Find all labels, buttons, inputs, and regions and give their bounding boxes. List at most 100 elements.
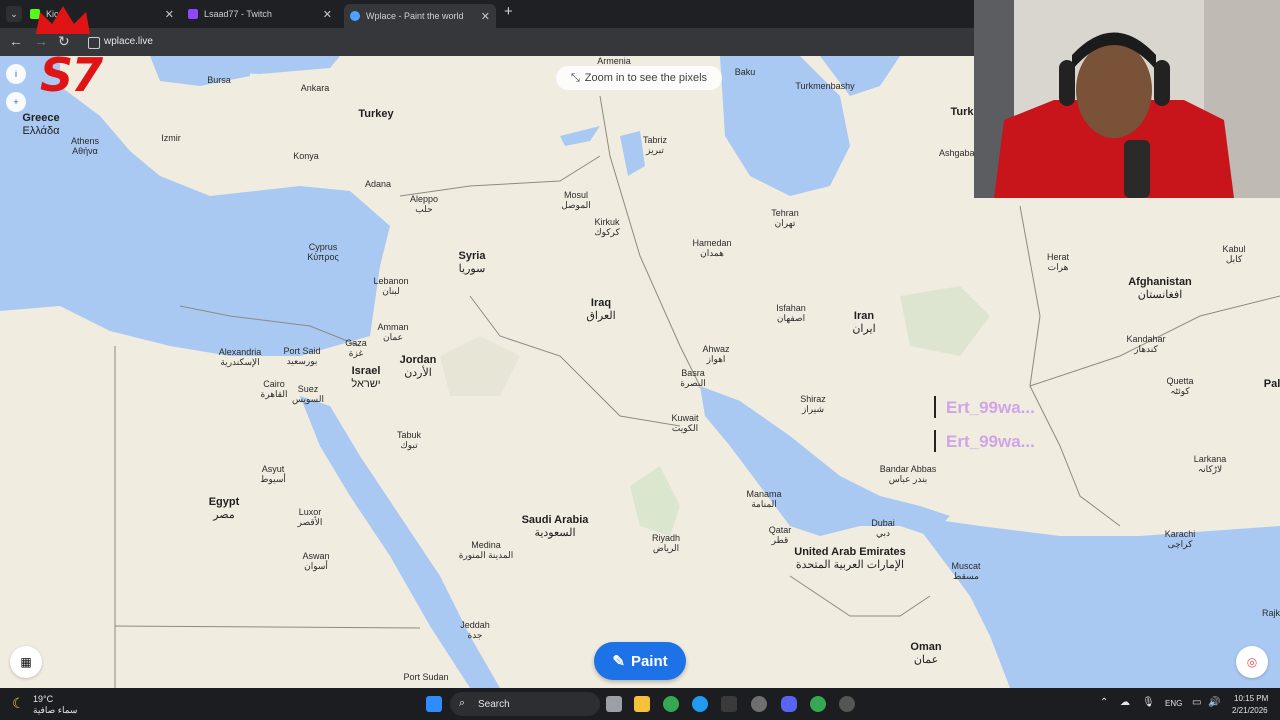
city-label: Quetta کوئٹہ [1166,376,1193,396]
country-label: Afghanistan افغانستان [1128,276,1192,302]
back-icon[interactable]: ← [9,33,23,49]
city-name: Kirkuk [594,217,620,227]
moon-icon: ☾ [12,695,25,711]
file-explorer-icon[interactable] [634,696,650,712]
city-name: Tabriz [642,135,668,145]
chrome-icon[interactable] [663,696,679,712]
url-text[interactable]: wplace.live [104,36,153,47]
city-label: Kirkuk كركوك [594,217,620,237]
city-name: Larkana [1193,454,1227,464]
onedrive-icon[interactable]: ☁ [1120,697,1130,708]
city-name: Izmir [161,133,181,143]
webcam-overlay [974,0,1280,198]
tab-search-button[interactable]: ⌄ [6,6,22,22]
city-label: Tehran تهران [771,208,799,228]
zoom-in-button[interactable]: + [6,92,26,112]
city-native: الكويت [671,423,699,433]
windows-start-icon[interactable] [426,696,442,712]
city-native: غزة [348,348,364,358]
city-native: همدان [700,248,724,258]
close-icon[interactable]: ✕ [323,8,332,21]
city-name: Suez [297,384,319,394]
country-native: عمان [913,654,939,666]
city-name: Cairo [263,379,285,389]
city-name: Ahwaz [702,344,730,354]
weather-temp[interactable]: 19°C [33,694,53,704]
mic-icon[interactable]: 🎙 [1142,697,1155,708]
country-native: الإمارات العربية المتحدة [795,559,905,571]
city-name: Rajk [1261,608,1280,618]
city-label: Port Said بورسعيد [283,346,320,366]
city-name: Kuwait [671,413,699,423]
city-native: اصفهان [776,313,806,323]
city-native: أسيوط [260,474,286,484]
city-native: البصرة [680,378,706,388]
country-label: Syria سوريا [459,250,486,276]
city-native: المدينة المنورة [458,550,514,560]
city-label: Basra البصرة [680,368,705,388]
edge-icon[interactable] [692,696,708,712]
city-label: Armenia [597,56,631,66]
volume-icon[interactable]: 🔊 [1208,697,1220,708]
city-native: تهران [774,218,796,228]
city-label: Turkmenbashy [795,81,854,91]
country-name: Iraq [590,297,612,309]
tab-twitch[interactable]: Lsaad77 - Twitch ✕ [188,3,338,25]
city-name: Tehran [771,208,799,218]
store-icon[interactable] [721,696,737,712]
city-name: Port Sudan [403,672,449,682]
chrome-active-icon[interactable] [810,696,826,712]
clock-date[interactable]: 2/21/2026 [1232,706,1268,715]
locate-icon: ◎ [1246,655,1258,669]
city-label: Hamedan همدان [692,238,731,258]
locate-button[interactable]: ◎ [1236,646,1268,678]
zoom-icon: ⤡ [570,71,580,84]
city-name: Shiraz [800,394,826,404]
info-icon: i [15,69,17,79]
city-name: Jeddah [460,620,490,630]
country-label: Egypt مصر [209,496,240,522]
close-icon[interactable]: ✕ [481,10,490,23]
city-name: Herat [1046,252,1070,262]
zoom-hint-pill: ⤡ Zoom in to see the pixels [556,66,722,90]
city-label: Bandar Abbas بندر عباس [880,464,937,484]
tab-wplace[interactable]: Wplace - Paint the world ✕ [344,4,496,28]
city-native: الإسكندرية [220,357,260,367]
weather-desc[interactable]: سماء صافية [33,705,77,716]
info-button[interactable]: i [6,64,26,84]
city-label: Lebanon لبنان [373,276,408,296]
city-label: Amman عمان [377,322,408,342]
brush-icon: ✎ [612,653,625,670]
discord-icon[interactable] [781,696,797,712]
tray-chevron-icon[interactable]: ⌃ [1100,697,1108,708]
layers-icon: ▦ [20,655,32,669]
cursor-line [934,430,936,452]
city-native: مسقط [953,571,979,581]
city-native: کراچی [1167,539,1193,549]
obs-icon[interactable] [751,696,767,712]
globe-icon [350,11,360,21]
app-icon[interactable] [839,696,855,712]
input-language[interactable]: ENG [1165,699,1182,708]
layers-button[interactable]: ▦ [10,646,42,678]
paint-button[interactable]: ✎ Paint [594,642,686,680]
new-tab-button[interactable]: + [504,3,513,20]
city-label: Alexandria الإسكندرية [219,347,262,367]
city-name: Karachi [1164,529,1196,539]
close-icon[interactable]: ✕ [165,8,174,21]
country-native: الأردن [404,367,432,379]
country-native: سوريا [458,263,486,275]
clock-time[interactable]: 10:15 PM [1234,694,1268,703]
city-name: Kabul [1222,244,1246,254]
country-name: Saudi Arabia [521,514,589,526]
country-label: Israel ישראל [351,365,380,391]
country-label: Pal [1264,378,1280,391]
country-native: Ελλάδα [22,125,60,137]
tab-label: Wplace - Paint the world [366,11,464,21]
city-name: Asyut [261,464,285,474]
task-view-icon[interactable] [606,696,622,712]
city-name: Qatar [768,525,792,535]
city-name: Armenia [597,56,631,66]
taskbar-search[interactable]: ⌕ Search [450,692,600,716]
network-icon[interactable]: ▭ [1192,697,1201,708]
